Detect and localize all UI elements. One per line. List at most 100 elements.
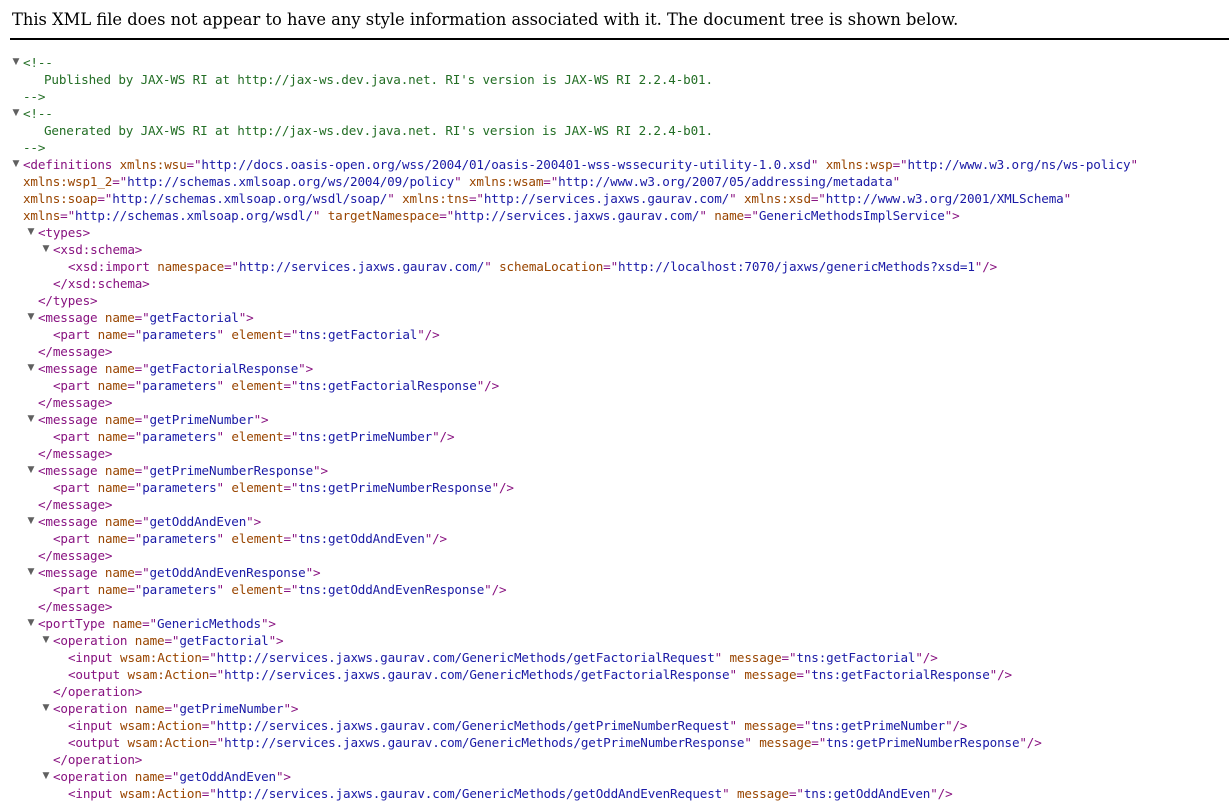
collapse-triangle-icon[interactable]: ▼ — [26, 309, 36, 326]
xml-tag-text: <types> — [38, 225, 91, 240]
xml-line: <input wsam:Action="http://services.jaxw… — [68, 785, 953, 802]
xml-attribute-name: name — [104, 310, 135, 325]
xml-attribute-value: getFactorial — [149, 310, 239, 325]
collapse-triangle-icon[interactable]: ▼ — [26, 462, 36, 479]
xml-tag-text: " — [216, 531, 225, 546]
xml-line: xmlns:wsp1_2="http://schemas.xmlsoap.org… — [23, 173, 900, 190]
collapse-triangle-icon[interactable]: ▼ — [26, 360, 36, 377]
xml-attribute-value: tns:getOddAndEven — [298, 531, 425, 546]
xml-attribute-name: name — [97, 582, 128, 597]
xml-attribute-value: http://services.jaxws.gaurav.com/ — [483, 191, 730, 206]
xml-attribute-value: http://services.jaxws.gaurav.com/Generic… — [224, 735, 745, 750]
xml-tag-text: <message — [38, 310, 98, 325]
xml-attribute-value: http://services.jaxws.gaurav.com/Generic… — [224, 667, 730, 682]
xml-tag-text: " — [892, 174, 901, 189]
xml-attribute-name: name — [97, 480, 128, 495]
xml-line: <part name="parameters" element="tns:get… — [53, 428, 455, 445]
xml-attribute-name: name — [104, 463, 135, 478]
xml-line: <message name="getOddAndEven"> — [38, 513, 261, 530]
xml-tag-text: =" — [97, 191, 113, 206]
xml-attribute-name: wsam:Action — [127, 735, 210, 750]
xml-tag-text: "/> — [930, 786, 953, 801]
xml-attribute-value: tns:getFactorial — [796, 650, 916, 665]
xml-line: <operation name="getFactorial"> — [53, 632, 284, 649]
xml-tag-text: =" — [134, 514, 150, 529]
collapse-triangle-icon[interactable]: ▼ — [26, 513, 36, 530]
xml-attribute-value: parameters — [142, 429, 217, 444]
xml-tag-text: </operation> — [53, 752, 143, 767]
xml-tag-text: "/> — [915, 650, 938, 665]
xml-attribute-name: message — [759, 735, 812, 750]
xml-tag-text: =" — [283, 327, 299, 342]
collapse-triangle-icon[interactable]: ▼ — [26, 224, 36, 241]
xml-attribute-name: element — [231, 531, 284, 546]
xml-line: </xsd:schema> — [53, 275, 150, 292]
collapse-triangle-icon[interactable]: ▼ — [41, 768, 51, 785]
xml-tag-text: " — [216, 327, 225, 342]
xml-attribute-value: http://services.jaxws.gaurav.com/Generic… — [216, 718, 730, 733]
xml-tag-text: " — [484, 259, 492, 274]
xml-tag-text: <message — [38, 412, 98, 427]
xml-line: <part name="parameters" element="tns:get… — [53, 326, 440, 343]
xml-tag-text: <part — [53, 429, 91, 444]
xml-attribute-name: element — [231, 429, 284, 444]
xml-tag-text: "> — [283, 701, 299, 716]
xml-tag-text: "/> — [989, 667, 1012, 682]
xml-tag-text: =" — [201, 786, 217, 801]
xml-attribute-name: element — [231, 582, 284, 597]
xml-tag-text: <message — [38, 514, 98, 529]
xml-tag-text: =" — [127, 480, 143, 495]
xml-attribute-value: tns:getPrimeNumberResponse — [298, 480, 492, 495]
xml-line: <xsd:schema> — [53, 241, 142, 258]
collapse-triangle-icon[interactable]: ▼ — [26, 615, 36, 632]
collapse-triangle-icon[interactable]: ▼ — [26, 564, 36, 581]
xml-line: </message> — [38, 598, 112, 615]
xml-tag-text: <input — [68, 650, 113, 665]
xml-tag-text: =" — [283, 429, 299, 444]
xml-tag-text: "/> — [491, 480, 514, 495]
xml-tag-text: "> — [246, 514, 262, 529]
xml-tag-text: =" — [134, 463, 150, 478]
xml-attribute-name: xmlns:tns — [402, 191, 469, 206]
xml-attribute-value: getOddAndEvenResponse — [149, 565, 306, 580]
collapse-triangle-icon[interactable]: ▼ — [41, 632, 51, 649]
xml-tag-text: =" — [892, 157, 908, 172]
xml-attribute-value: http://schemas.xmlsoap.org/wsdl/ — [75, 208, 313, 223]
xml-tag-text: =" — [543, 174, 559, 189]
collapse-triangle-icon[interactable]: ▼ — [11, 54, 21, 71]
xml-attribute-name: name — [104, 565, 135, 580]
xml-tag-text: =" — [811, 735, 827, 750]
collapse-triangle-icon[interactable]: ▼ — [11, 105, 21, 122]
collapse-triangle-icon[interactable]: ▼ — [11, 156, 21, 173]
xml-tag-text: " — [729, 718, 738, 733]
xml-tag-text: <xsd:schema> — [53, 242, 143, 257]
collapse-triangle-icon[interactable]: ▼ — [26, 411, 36, 428]
xml-tag-text: <portType — [38, 616, 105, 631]
xml-line: <output wsam:Action="http://services.jax… — [68, 666, 1012, 683]
xml-tag-text: " — [216, 429, 225, 444]
xml-tag-text: </message> — [38, 446, 113, 461]
xml-line: </types> — [38, 292, 98, 309]
xml-attribute-name: xmlns:wsp — [825, 157, 893, 172]
xml-tag-text: "/> — [432, 429, 455, 444]
xml-attribute-name: schemaLocation — [499, 259, 604, 274]
xml-tag-text: " — [722, 786, 730, 801]
xml-tag-text: <operation — [53, 633, 128, 648]
collapse-triangle-icon[interactable]: ▼ — [41, 241, 51, 258]
xml-attribute-name: message — [736, 786, 789, 801]
xml-tag-text: =" — [781, 650, 797, 665]
xml-attribute-value: http://docs.oasis-open.org/wss/2004/01/o… — [201, 157, 811, 172]
collapse-triangle-icon[interactable]: ▼ — [41, 700, 51, 717]
xml-line: <input wsam:Action="http://services.jaxw… — [68, 717, 968, 734]
xml-attribute-name: name — [104, 361, 135, 376]
xml-tag-text: =" — [112, 174, 128, 189]
